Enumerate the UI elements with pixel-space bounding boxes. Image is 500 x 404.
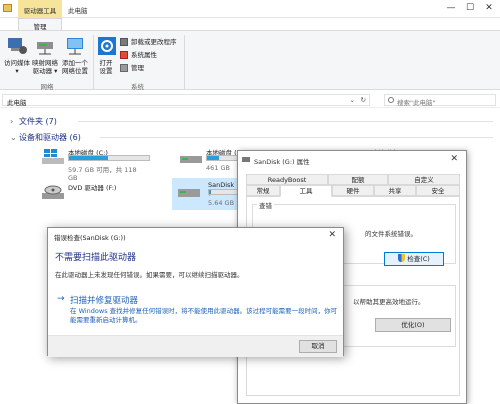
title-bar: 驱动器工具 此电脑 — ☐ ✕ — [0, 0, 500, 18]
drive-free-space: 59.7 GB 可用，共 118 GB — [68, 166, 137, 182]
tab-customize[interactable]: 自定义 — [388, 174, 460, 185]
tab-manage[interactable]: 管理 — [18, 18, 62, 31]
error-checking-text: 的文件系统错误。 — [365, 230, 417, 238]
tab-readyboost[interactable]: ReadyBoost — [246, 174, 328, 185]
manage-label: 管理 — [131, 64, 144, 72]
dialog-description: 在此驱动器上未发现任何错误。如果需要，可以继续扫描驱动器。 — [55, 271, 244, 279]
drive-item-sandisk[interactable]: SanDisk ( 5.64 GB — [172, 178, 238, 210]
map-network-drive-button[interactable]: 映射网络 驱动器 ▾ — [30, 35, 60, 75]
media-icon — [5, 35, 29, 57]
tab-tools[interactable]: 工具 — [280, 185, 332, 197]
network-group-label: 网络 — [40, 83, 54, 91]
map-drive-label-2: 驱动器 ▾ — [32, 67, 58, 75]
close-icon[interactable]: ✕ — [328, 230, 336, 240]
add-location-label-2: 网络位置 — [62, 67, 88, 75]
windows-drive-icon — [42, 149, 64, 165]
scan-and-repair-title: 扫描并修复驱动器 — [70, 296, 139, 306]
map-drive-label: 映射网络 — [32, 59, 58, 67]
refresh-icon[interactable]: ↻ — [361, 96, 366, 104]
uninstall-label: 卸载或更改程序 — [131, 38, 177, 46]
access-media-label: 访问媒体 — [4, 59, 30, 67]
uac-shield-icon — [398, 254, 406, 262]
error-check-dialog: 错误检查(SanDisk (G:)) ✕ 不需要扫描此驱动器 在此驱动器上未发现… — [47, 227, 344, 357]
folder-icon[interactable] — [3, 4, 12, 12]
ribbon-separator — [184, 35, 185, 89]
close-button[interactable]: ✕ — [482, 1, 496, 15]
scan-and-repair-description: 在 Windows 查找并修复任何错误时，将不能使用此驱动器。该过程可能需要一段… — [70, 307, 338, 324]
folders-header-label: 文件夹 (7) — [19, 117, 57, 126]
drive-usage-fill — [209, 190, 212, 194]
optimize-text: 以帮助其更高效地运行。 — [353, 298, 425, 306]
manage-icon — [120, 64, 128, 72]
drive-usage-fill — [207, 156, 219, 160]
drive-item[interactable]: 本地磁盘 (C:) 59.7 GB 可用，共 118 GB — [42, 147, 150, 182]
map-drive-icon — [33, 35, 57, 57]
dialog-heading: 不需要扫描此驱动器 — [55, 253, 137, 263]
network-location-icon — [63, 35, 87, 57]
access-media-arrow: ▾ — [15, 67, 19, 75]
close-icon[interactable]: ✕ — [450, 154, 458, 164]
ribbon-separator — [93, 35, 94, 89]
system-properties-icon — [120, 51, 128, 59]
add-network-location-button[interactable]: 添加一个 网络位置 — [59, 35, 91, 75]
devices-header-label: 设备和驱动器 (6) — [19, 133, 81, 142]
chevron-down-icon: ⌄ — [10, 133, 17, 142]
open-settings-label-2: 设置 — [99, 67, 113, 75]
uninstall-program-button[interactable]: 卸载或更改程序 — [120, 37, 177, 47]
system-properties-label: 系统属性 — [131, 51, 157, 59]
optimize-button[interactable]: 优化(O) — [375, 318, 451, 332]
section-divider — [78, 121, 493, 122]
tab-general[interactable]: 常规 — [246, 185, 280, 196]
cancel-button[interactable]: 取消 — [299, 340, 337, 353]
manage-button[interactable]: 管理 — [120, 63, 144, 73]
dialog-footer: 取消 — [48, 335, 343, 357]
window-title: 此电脑 — [68, 7, 88, 15]
address-bar[interactable]: 此电脑 ⌄ ↻ — [2, 94, 370, 107]
search-placeholder: 搜索"此电脑" — [397, 99, 436, 107]
check-button[interactable]: 检查(C) — [384, 252, 444, 266]
drive-tools-context-tab[interactable]: 驱动器工具 — [18, 0, 62, 18]
access-media-button[interactable]: 访问媒体 ▾ — [2, 35, 32, 75]
search-input[interactable]: 搜索"此电脑" — [384, 94, 496, 107]
section-divider — [100, 137, 493, 138]
error-check-dialog-title: 错误检查(SanDisk (G:)) — [54, 234, 126, 242]
drive-icon — [180, 149, 202, 165]
ribbon: 访问媒体 ▾ 映射网络 驱动器 ▾ 添加一个 网络位置 网络 打开 设置 卸载或… — [0, 30, 500, 91]
address-bar-row: 此电脑 ⌄ ↻ 搜索"此电脑" — [0, 91, 500, 108]
ribbon-tab-bar: 管理 — [0, 18, 500, 31]
maximize-button[interactable]: ☐ — [463, 1, 477, 15]
settings-icon — [95, 35, 119, 57]
tab-quota[interactable]: 配额 — [328, 174, 388, 185]
drive-item[interactable]: DVD 驱动器 (F:) — [42, 182, 142, 216]
uninstall-icon — [120, 38, 128, 46]
drive-free-space: 461 GB — [206, 164, 230, 172]
tab-sharing[interactable]: 共享 — [374, 185, 416, 196]
chevron-right-icon: › — [10, 117, 14, 126]
minimize-button[interactable]: — — [444, 1, 458, 15]
search-icon — [388, 97, 394, 103]
chevron-down-icon[interactable]: ⌄ — [350, 96, 355, 104]
drive-usage-bar — [208, 189, 238, 195]
drive-name: DVD 驱动器 (F:) — [68, 184, 117, 192]
usb-drive-icon — [178, 184, 200, 200]
arrow-right-icon: → — [57, 294, 65, 304]
tab-security[interactable]: 安全 — [416, 185, 460, 196]
drive-free-space: 5.64 GB — [208, 199, 235, 207]
drive-usage-fill — [69, 156, 109, 160]
open-settings-label: 打开 — [99, 59, 113, 67]
dvd-drive-icon — [42, 184, 64, 200]
add-location-label: 添加一个 — [62, 59, 88, 67]
error-checking-label: 查错 — [257, 200, 274, 210]
address-path: 此电脑 — [7, 99, 27, 107]
system-properties-button[interactable]: 系统属性 — [120, 50, 157, 60]
system-group-label: 系统 — [131, 83, 144, 91]
properties-dialog-title: SanDisk (G:) 属性 — [254, 158, 310, 166]
devices-section-header[interactable]: ⌄ 设备和驱动器 (6) — [10, 132, 81, 143]
tab-hardware[interactable]: 硬件 — [332, 185, 374, 196]
open-settings-button[interactable]: 打开 设置 — [95, 35, 117, 75]
check-button-label: 检查(C) — [407, 255, 430, 263]
folders-section-header[interactable]: › 文件夹 (7) — [10, 116, 57, 127]
drive-usage-bar — [68, 155, 150, 161]
